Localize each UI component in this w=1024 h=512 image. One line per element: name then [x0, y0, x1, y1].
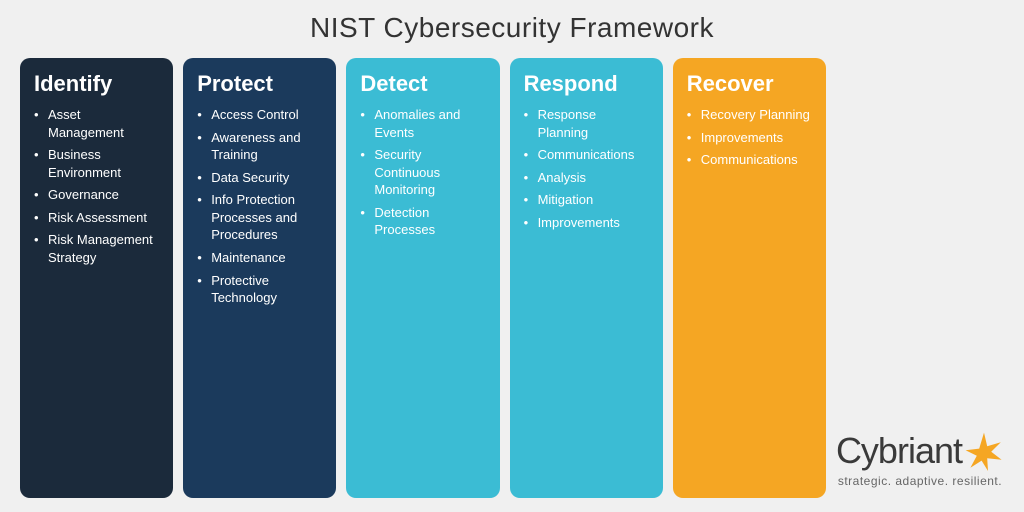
column-identify: Identify Asset Management Business Envir… [20, 58, 173, 498]
list-item: Risk Assessment [34, 209, 159, 227]
logo-container: Cybriant strategic. adaptive. resilient. [836, 430, 1004, 488]
list-item: Access Control [197, 106, 322, 124]
list-item: Response Planning [524, 106, 649, 141]
protect-header: Protect [197, 72, 322, 96]
logo-text: Cybriant [836, 430, 1004, 472]
list-item: Security Continuous Monitoring [360, 146, 485, 199]
identify-header: Identify [34, 72, 159, 96]
recover-list: Recovery Planning Improvements Communica… [687, 106, 812, 174]
list-item: Info Protection Processes and Procedures [197, 191, 322, 244]
respond-header: Respond [524, 72, 649, 96]
list-item: Data Security [197, 169, 322, 187]
logo-column: Cybriant strategic. adaptive. resilient. [836, 58, 1004, 498]
list-item: Asset Management [34, 106, 159, 141]
column-recover: Recover Recovery Planning Improvements C… [673, 58, 826, 498]
identify-list: Asset Management Business Environment Go… [34, 106, 159, 271]
page-wrapper: NIST Cybersecurity Framework Identify As… [0, 0, 1024, 512]
logo-tagline: strategic. adaptive. resilient. [838, 474, 1002, 488]
recover-header: Recover [687, 72, 812, 96]
page-title: NIST Cybersecurity Framework [310, 12, 714, 44]
list-item: Analysis [524, 169, 649, 187]
list-item: Maintenance [197, 249, 322, 267]
list-item: Business Environment [34, 146, 159, 181]
logo-star-icon [964, 431, 1004, 471]
detect-header: Detect [360, 72, 485, 96]
list-item: Communications [687, 151, 812, 169]
list-item: Improvements [524, 214, 649, 232]
list-item: Risk Management Strategy [34, 231, 159, 266]
list-item: Communications [524, 146, 649, 164]
list-item: Detection Processes [360, 204, 485, 239]
list-item: Awareness and Training [197, 129, 322, 164]
respond-list: Response Planning Communications Analysi… [524, 106, 649, 236]
list-item: Anomalies and Events [360, 106, 485, 141]
column-respond: Respond Response Planning Communications… [510, 58, 663, 498]
logo-name: Cybriant [836, 430, 962, 472]
detect-list: Anomalies and Events Security Continuous… [360, 106, 485, 244]
columns-row: Identify Asset Management Business Envir… [20, 58, 1004, 498]
list-item: Improvements [687, 129, 812, 147]
list-item: Mitigation [524, 191, 649, 209]
protect-list: Access Control Awareness and Training Da… [197, 106, 322, 311]
column-detect: Detect Anomalies and Events Security Con… [346, 58, 499, 498]
column-protect: Protect Access Control Awareness and Tra… [183, 58, 336, 498]
list-item: Governance [34, 186, 159, 204]
list-item: Protective Technology [197, 272, 322, 307]
list-item: Recovery Planning [687, 106, 812, 124]
